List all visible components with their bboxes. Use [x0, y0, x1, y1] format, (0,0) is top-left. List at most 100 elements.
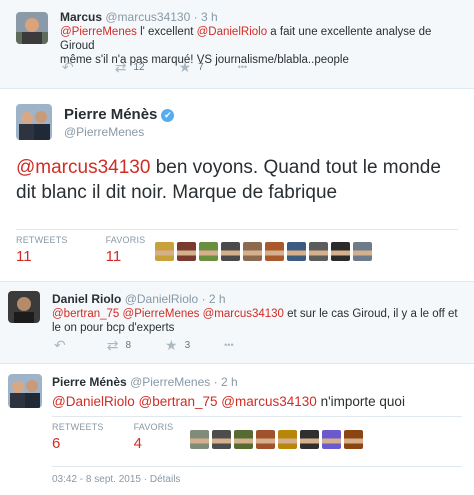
reply-button[interactable]: ↶ [54, 338, 73, 352]
avatar-image-icon [16, 104, 52, 140]
favoriter-avatar[interactable] [256, 430, 275, 449]
mention-link[interactable]: @bertran_75 [139, 394, 218, 409]
tweet-stats: RETWEETS 6 FAVORIS 4 [52, 422, 211, 452]
retweet-button[interactable]: ⇄ 8 [107, 338, 131, 352]
mention-link[interactable]: @marcus34130 [16, 157, 150, 178]
avatar-image-icon [8, 374, 42, 408]
text-fragment: n'importe quoi [316, 394, 405, 409]
divider [52, 416, 462, 417]
author-name[interactable]: Marcus [60, 10, 102, 24]
avatar-image-icon [16, 12, 48, 44]
tweet-actions: ↶ ⇄ 8 ★ 3 ••• [54, 338, 275, 352]
tweet-text: @DanielRiolo @bertran_75 @marcus34130 n'… [52, 393, 467, 410]
favoriters-avatars [190, 430, 366, 449]
favoriter-avatar[interactable] [353, 242, 372, 261]
favoriter-avatar[interactable] [278, 430, 297, 449]
mention-link[interactable]: @PierreMenes [123, 308, 200, 320]
avatar-image-icon [8, 291, 40, 323]
tweet-pierre-main: Pierre Ménès ✔ @PierreMenes @marcus34130 … [0, 89, 474, 282]
more-icon: ••• [237, 61, 248, 72]
favorites-value: 11 [105, 248, 122, 265]
favoriter-avatar[interactable] [344, 430, 363, 449]
favoriter-avatar[interactable] [309, 242, 328, 261]
favoriter-avatar[interactable] [199, 242, 218, 261]
favoriter-avatar[interactable] [322, 430, 341, 449]
retweets-label: RETWEETS [52, 422, 104, 432]
text-fragment: et sur le cas Giroud, il y a le off et [283, 308, 458, 320]
divider [16, 229, 458, 230]
favorites-value: 4 [133, 435, 142, 452]
retweet-icon: ⇄ [106, 337, 119, 353]
mention-link[interactable]: @marcus34130 [221, 394, 317, 409]
retweet-button[interactable]: ⇄ 12 [115, 60, 145, 74]
divider [52, 466, 462, 467]
tweet-timestamp[interactable]: 03:42 - 8 sept. 2015 [52, 474, 141, 485]
avatar-pierre[interactable] [16, 104, 52, 140]
retweet-count: 8 [125, 339, 132, 351]
text-fragment: l' excellent [136, 26, 197, 38]
retweet-icon: ⇄ [114, 59, 127, 75]
tweet-pierre-reply: Pierre Ménès @PierreMenes · 2 h @DanielR… [0, 364, 474, 495]
author-name[interactable]: Pierre Ménès [52, 375, 127, 389]
mention-link[interactable]: @PierreMenes [60, 26, 137, 38]
avatar-pierre-small[interactable] [8, 374, 42, 408]
retweets-stat[interactable]: RETWEETS 11 [16, 235, 68, 265]
favorites-stat[interactable]: FAVORIS 4 [134, 422, 174, 452]
retweets-value: 11 [16, 248, 32, 265]
favoriter-avatar[interactable] [265, 242, 284, 261]
reply-button[interactable]: ↶ [62, 60, 81, 74]
favoriters-avatars [155, 242, 375, 261]
author-handle[interactable]: @DanielRiolo [125, 292, 199, 306]
author-handle[interactable]: @marcus34130 [105, 10, 190, 24]
favorite-count: 7 [198, 61, 204, 73]
favoriter-avatar[interactable] [221, 242, 240, 261]
mention-link[interactable]: @bertran_75 [52, 308, 119, 320]
favoriter-avatar[interactable] [300, 430, 319, 449]
retweets-value: 6 [52, 435, 61, 452]
avatar-marcus[interactable] [16, 12, 48, 44]
favoriter-avatar[interactable] [212, 430, 231, 449]
favorite-button[interactable]: ★ 3 [165, 338, 190, 352]
more-icon: ••• [224, 339, 234, 350]
favorites-label: FAVORIS [133, 422, 174, 432]
reply-icon: ↶ [54, 337, 66, 353]
retweets-label: RETWEETS [16, 235, 68, 245]
mention-link[interactable]: @DanielRiolo [52, 394, 135, 409]
more-button[interactable]: ••• [237, 61, 254, 72]
author-handle[interactable]: @PierreMenes [64, 125, 144, 139]
author-handle[interactable]: @PierreMenes [130, 375, 210, 389]
avatar-riolo[interactable] [8, 291, 40, 323]
favoriter-avatar[interactable] [190, 430, 209, 449]
retweets-stat[interactable]: RETWEETS 6 [52, 422, 104, 452]
tweet-text: @marcus34130 ben voyons. Quand tout le m… [16, 155, 456, 205]
star-icon: ★ [178, 59, 192, 75]
more-button[interactable]: ••• [224, 339, 240, 350]
mention-link[interactable]: @marcus34130 [203, 308, 284, 320]
tweet-riolo[interactable]: Daniel Riolo @DanielRiolo · 2 h @bertran… [0, 282, 474, 364]
favorite-button[interactable]: ★ 7 [179, 60, 204, 74]
favoriter-avatar[interactable] [177, 242, 196, 261]
author-name[interactable]: Pierre Ménès [64, 106, 157, 123]
favoriter-avatar[interactable] [155, 242, 174, 261]
tweet-time[interactable]: · 2 h [214, 375, 238, 389]
favorites-stat[interactable]: FAVORIS 11 [106, 235, 146, 265]
favoriter-avatar[interactable] [331, 242, 350, 261]
reply-icon: ↶ [62, 59, 74, 75]
favorites-label: FAVORIS [105, 235, 146, 245]
favoriter-avatar[interactable] [287, 242, 306, 261]
tweet-marcus[interactable]: Marcus @marcus34130 · 3 h @PierreMenes l… [0, 0, 474, 89]
author-name[interactable]: Daniel Riolo [52, 292, 121, 306]
favoriter-avatar[interactable] [243, 242, 262, 261]
tweet-time[interactable]: · 2 h [202, 292, 226, 306]
text-fragment: le on pour bcp d'experts [52, 322, 175, 334]
tweet-actions: ↶ ⇄ 12 ★ 7 ••• [62, 60, 288, 74]
tweet-text: @bertran_75 @PierreMenes @marcus34130 et… [52, 307, 467, 335]
details-link[interactable]: Détails [150, 474, 181, 485]
verified-badge-icon: ✔ [161, 108, 175, 122]
tweet-time[interactable]: · 3 h [194, 10, 218, 24]
star-icon: ★ [165, 337, 178, 353]
retweet-count: 12 [133, 61, 145, 73]
favoriter-avatar[interactable] [234, 430, 253, 449]
favorite-count: 3 [184, 339, 191, 351]
mention-link[interactable]: @DanielRiolo [197, 26, 267, 38]
